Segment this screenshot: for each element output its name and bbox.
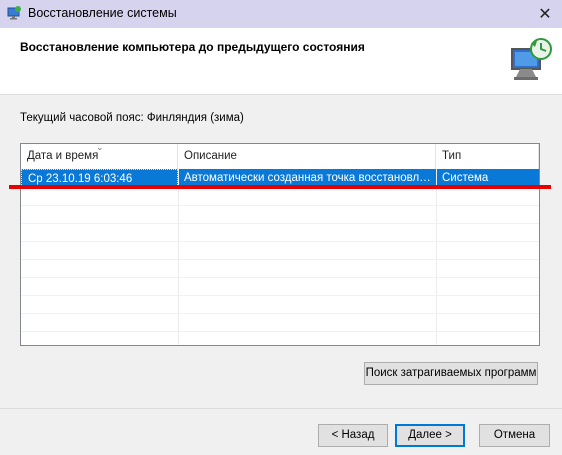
cancel-button[interactable]: Отмена	[479, 424, 550, 447]
window-title: Восстановление системы	[28, 6, 177, 20]
grid-line	[21, 313, 539, 314]
red-annotation-line	[9, 185, 551, 189]
grid-line	[21, 295, 539, 296]
grid-line	[21, 223, 539, 224]
restore-points-list[interactable]: ⌄ Дата и время Описание Тип Ср 23.10.19 …	[20, 143, 540, 346]
timezone-label: Текущий часовой пояс: Финляндия (зима)	[20, 112, 244, 124]
column-header-description-label: Описание	[184, 150, 237, 162]
grid-line	[21, 331, 539, 332]
column-header-type[interactable]: Тип	[436, 144, 539, 169]
header-divider	[0, 94, 562, 95]
close-icon[interactable]: ✕	[528, 0, 562, 28]
grid-line	[21, 205, 539, 206]
list-header: ⌄ Дата и время Описание Тип	[21, 144, 539, 170]
next-button[interactable]: Далее >	[395, 424, 465, 447]
column-header-date-label: Дата и время	[27, 150, 99, 162]
column-separator	[436, 169, 437, 345]
grid-line	[21, 259, 539, 260]
system-restore-monitor-icon	[511, 38, 552, 80]
page-title: Восстановление компьютера до предыдущего…	[20, 40, 365, 54]
column-header-type-label: Тип	[442, 150, 462, 162]
grid-line	[21, 241, 539, 242]
grid-line	[21, 277, 539, 278]
system-restore-icon	[7, 6, 21, 20]
back-button[interactable]: < Назад	[318, 424, 388, 447]
column-header-date[interactable]: ⌄ Дата и время	[21, 144, 178, 169]
header-band: Восстановление компьютера до предыдущего…	[0, 28, 562, 94]
footer-divider	[0, 408, 562, 409]
scan-affected-programs-button[interactable]: Поиск затрагиваемых программ	[364, 362, 538, 385]
sort-indicator-icon: ⌄	[96, 143, 104, 153]
column-separator	[178, 169, 179, 345]
column-header-description[interactable]: Описание	[178, 144, 436, 169]
title-bar: Восстановление системы ✕	[0, 0, 562, 28]
